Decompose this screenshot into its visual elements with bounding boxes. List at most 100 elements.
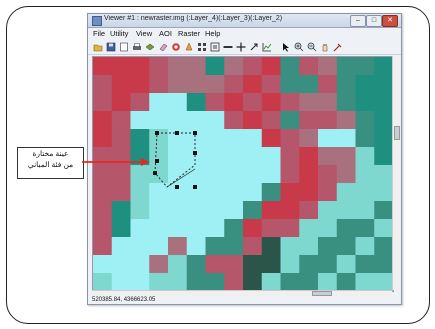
raster-pixel bbox=[355, 111, 375, 130]
raster-image-area[interactable] bbox=[92, 56, 394, 292]
raster-pixel bbox=[130, 57, 150, 76]
raster-pixel bbox=[111, 93, 131, 112]
raster-pixel bbox=[168, 237, 188, 256]
layer-icon[interactable] bbox=[145, 42, 155, 52]
raster-pixel bbox=[355, 147, 375, 166]
graph-icon[interactable] bbox=[262, 42, 272, 52]
raster-pixel bbox=[318, 219, 338, 238]
raster-pixel bbox=[243, 57, 263, 76]
raster-pixel bbox=[149, 165, 169, 184]
roi-vertex[interactable] bbox=[193, 131, 197, 135]
raster-pixel bbox=[168, 255, 188, 274]
roi-vertex[interactable] bbox=[193, 151, 197, 155]
raster-pixel bbox=[280, 147, 300, 166]
fit-icon[interactable] bbox=[197, 42, 207, 52]
save-icon[interactable] bbox=[106, 42, 116, 52]
raster-pixel bbox=[111, 75, 131, 94]
draw-icon[interactable] bbox=[249, 42, 259, 52]
menu-file[interactable]: File bbox=[93, 29, 105, 38]
raster-pixel bbox=[355, 183, 375, 202]
raster-pixel bbox=[168, 57, 188, 76]
cross-icon[interactable] bbox=[236, 42, 246, 52]
target-icon[interactable] bbox=[171, 42, 181, 52]
close-button[interactable]: ✕ bbox=[382, 15, 398, 27]
raster-pixel bbox=[374, 273, 393, 291]
vertical-scroll-thumb[interactable] bbox=[394, 126, 400, 140]
info-icon[interactable] bbox=[184, 42, 194, 52]
raster-pixel bbox=[280, 255, 300, 274]
roi-vertex[interactable] bbox=[193, 185, 197, 189]
eraser-icon[interactable] bbox=[158, 42, 168, 52]
clear-icon[interactable] bbox=[119, 42, 129, 52]
pan-icon[interactable] bbox=[320, 42, 330, 52]
roi-vertex[interactable] bbox=[155, 131, 159, 135]
menu-aoi[interactable]: AOI bbox=[159, 29, 172, 38]
raster-pixel bbox=[111, 201, 131, 220]
raster-pixel bbox=[336, 93, 356, 112]
raster-pixel bbox=[93, 75, 113, 94]
horizontal-scrollbar[interactable] bbox=[92, 290, 392, 297]
raster-pixel bbox=[130, 129, 150, 148]
raster-pixel bbox=[224, 219, 244, 238]
raster-pixel bbox=[186, 75, 206, 94]
roi-vertex[interactable] bbox=[175, 131, 179, 135]
roi-vertex[interactable] bbox=[153, 171, 157, 175]
raster-pixel bbox=[299, 93, 319, 112]
print-icon[interactable] bbox=[132, 42, 142, 52]
zoom-in-icon[interactable] bbox=[294, 42, 304, 52]
minimize-button[interactable]: – bbox=[350, 15, 366, 27]
raster-pixel bbox=[355, 255, 375, 274]
menu-view[interactable]: View bbox=[136, 29, 152, 38]
raster-pixel bbox=[280, 183, 300, 202]
raster-pixel bbox=[299, 147, 319, 166]
roi-vertex[interactable] bbox=[155, 159, 159, 163]
raster-pixel bbox=[224, 129, 244, 148]
title-bar[interactable]: Viewer #1 : newraster.img (:Layer_4)(:La… bbox=[88, 14, 401, 28]
raster-pixel bbox=[149, 93, 169, 112]
raster-pixel bbox=[280, 57, 300, 76]
open-icon[interactable] bbox=[93, 42, 103, 52]
maximize-button[interactable]: □ bbox=[366, 15, 382, 27]
raster-pixel bbox=[280, 237, 300, 256]
raster-pixel bbox=[224, 237, 244, 256]
raster-pixel bbox=[168, 111, 188, 130]
raster-pixel bbox=[243, 93, 263, 112]
raster-pixel bbox=[168, 165, 188, 184]
vertical-scrollbar[interactable] bbox=[392, 56, 401, 290]
raster-pixel bbox=[336, 57, 356, 76]
menu-help[interactable]: Help bbox=[205, 29, 220, 38]
raster-pixel bbox=[93, 129, 113, 148]
raster-pixel bbox=[205, 201, 225, 220]
raster-pixel bbox=[318, 183, 338, 202]
raster-pixel bbox=[336, 219, 356, 238]
rescale-icon[interactable] bbox=[210, 42, 220, 52]
raster-pixel bbox=[299, 255, 319, 274]
menu-raster[interactable]: Raster bbox=[178, 29, 200, 38]
zoom-out-icon[interactable] bbox=[307, 42, 317, 52]
raster-pixel bbox=[224, 111, 244, 130]
pointer-icon[interactable] bbox=[281, 42, 291, 52]
menu-utility[interactable]: Utility bbox=[110, 29, 128, 38]
raster-pixel bbox=[93, 165, 113, 184]
raster-pixel bbox=[111, 57, 131, 76]
pick-icon[interactable] bbox=[333, 42, 343, 52]
raster-pixel bbox=[243, 237, 263, 256]
raster-pixel bbox=[318, 237, 338, 256]
raster-pixel bbox=[318, 255, 338, 274]
raster-pixel bbox=[243, 111, 263, 130]
raster-image[interactable] bbox=[93, 57, 393, 291]
raster-pixel bbox=[318, 75, 338, 94]
raster-pixel bbox=[336, 183, 356, 202]
status-coordinates: 520385.84, 4366623.05 bbox=[92, 297, 156, 303]
raster-pixel bbox=[280, 219, 300, 238]
raster-pixel bbox=[205, 111, 225, 130]
raster-pixel bbox=[374, 129, 393, 148]
measure-icon[interactable] bbox=[223, 42, 233, 52]
raster-pixel bbox=[149, 111, 169, 130]
raster-pixel bbox=[280, 273, 300, 291]
raster-pixel bbox=[318, 57, 338, 76]
roi-vertex[interactable] bbox=[175, 185, 179, 189]
raster-pixel bbox=[299, 75, 319, 94]
raster-pixel bbox=[93, 201, 113, 220]
horizontal-scroll-thumb[interactable] bbox=[312, 291, 332, 296]
